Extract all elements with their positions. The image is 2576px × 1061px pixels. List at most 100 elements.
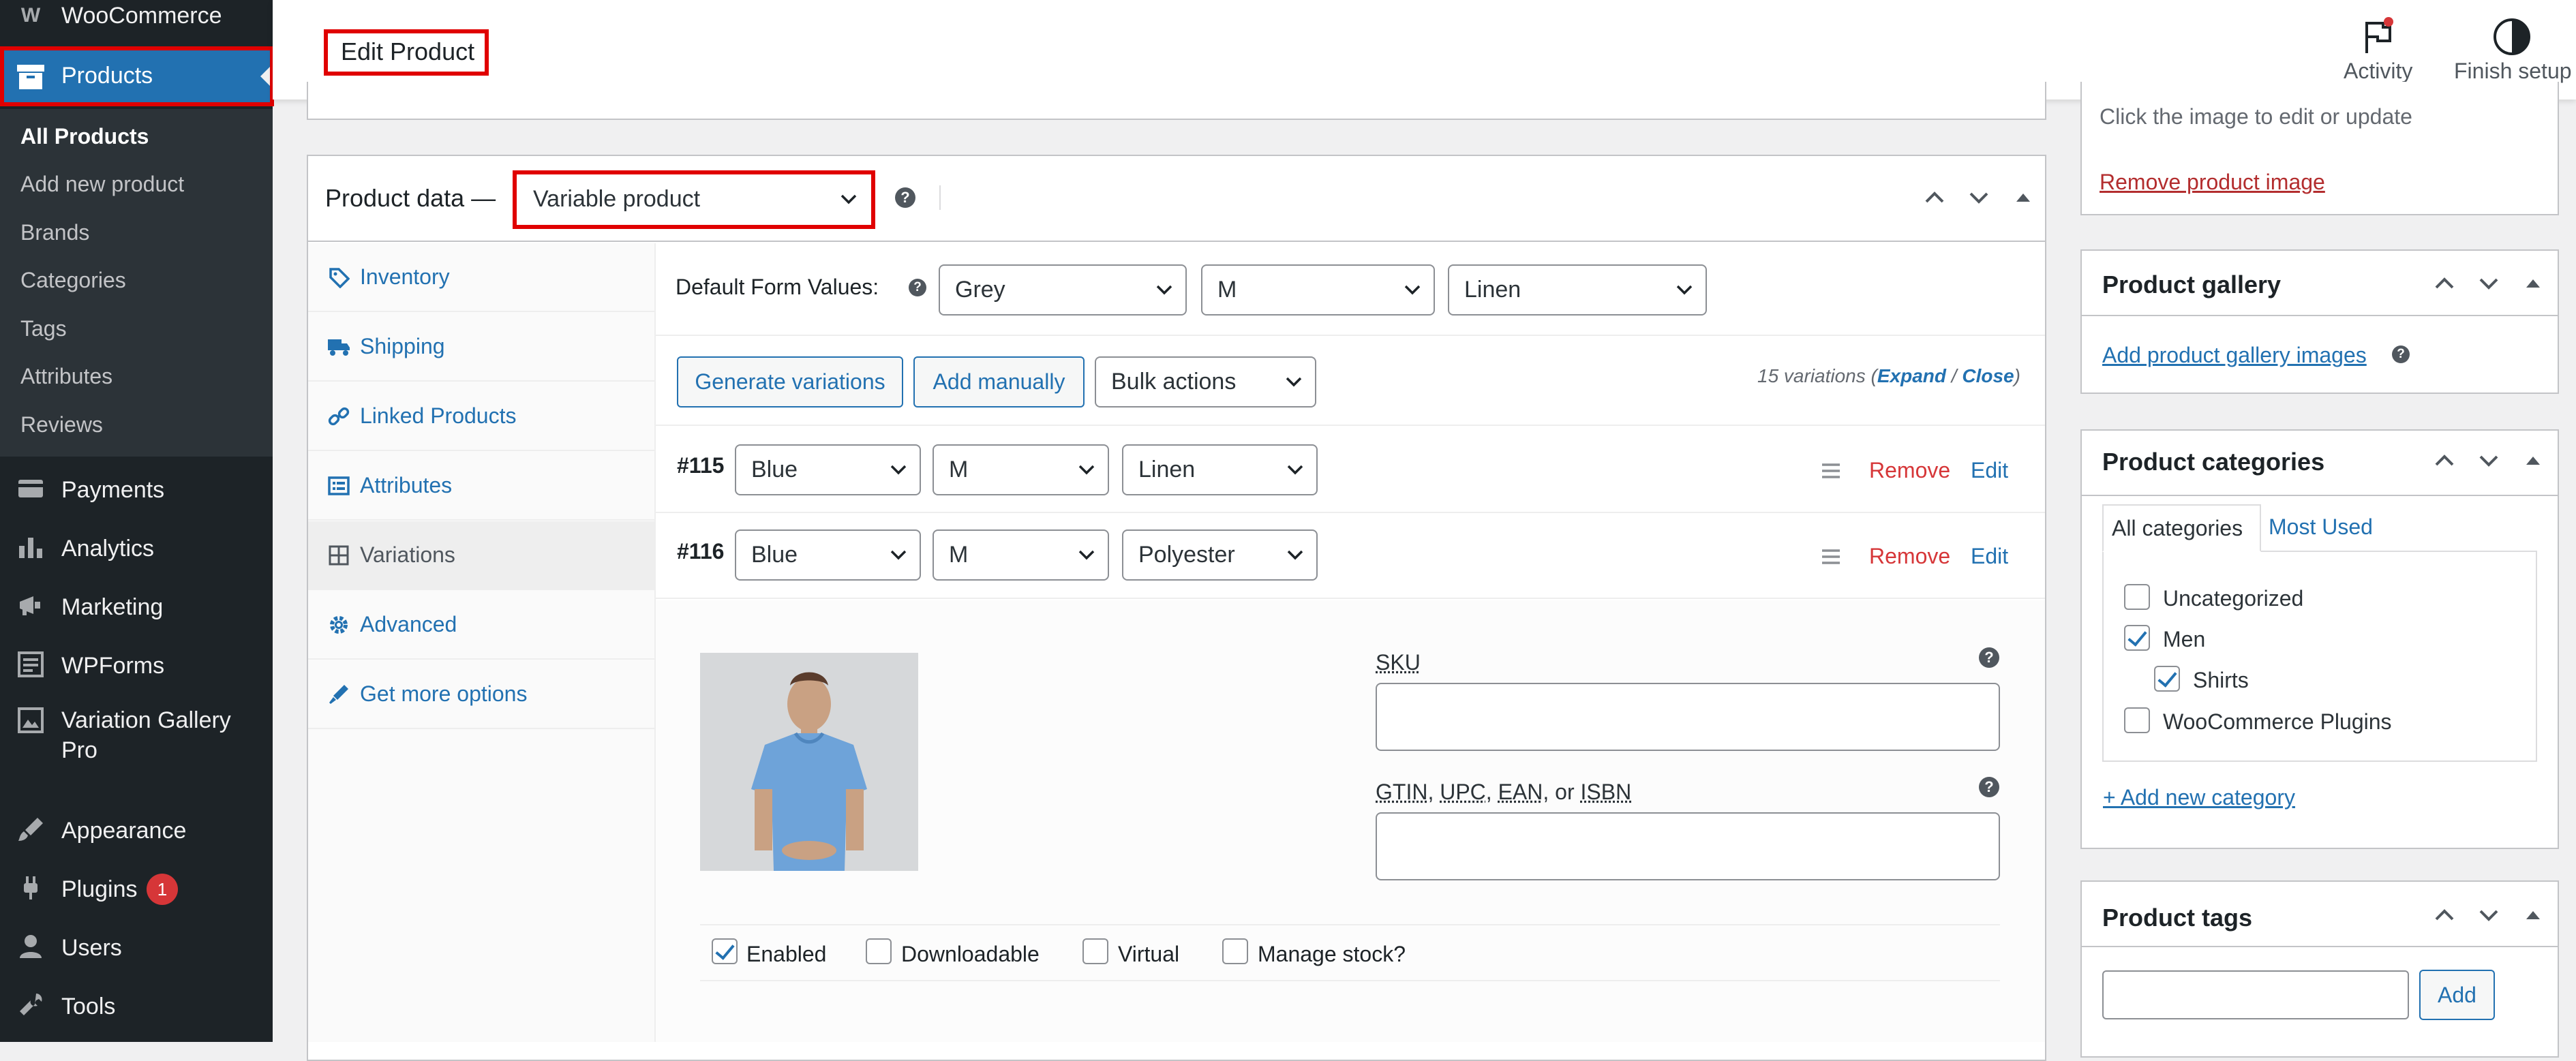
- gtin-input[interactable]: [1376, 812, 2000, 880]
- gear-icon: [326, 612, 352, 638]
- menu-appearance[interactable]: Appearance: [0, 811, 273, 849]
- category-woocommerce-plugins-label: WooCommerce Plugins: [2163, 709, 2392, 734]
- chevron-down-icon: [1676, 285, 1693, 295]
- plugins-update-badge: 1: [147, 874, 178, 905]
- enabled-checkbox[interactable]: [712, 938, 738, 964]
- wpforms-icon: [12, 646, 49, 683]
- submenu-categories[interactable]: Categories: [20, 268, 126, 293]
- category-uncategorized-checkbox[interactable]: [2124, 584, 2150, 610]
- variation-color-select[interactable]: Blue: [735, 444, 921, 495]
- remove-variation-link[interactable]: Remove: [1869, 458, 1950, 483]
- collapse-toggle-icon[interactable]: [2521, 271, 2545, 296]
- expand-link[interactable]: Expand: [1877, 365, 1946, 386]
- default-color-select[interactable]: Grey: [939, 264, 1187, 316]
- variation-material-select[interactable]: Polyester: [1122, 529, 1318, 581]
- tag-input[interactable]: [2102, 970, 2409, 1019]
- gallery-help-icon[interactable]: ?: [2392, 345, 2410, 363]
- gtin-help-icon[interactable]: ?: [1979, 777, 1999, 797]
- category-shirts-label: Shirts: [2193, 668, 2249, 692]
- default-form-help-icon[interactable]: ?: [909, 279, 926, 296]
- add-tag-button[interactable]: Add: [2419, 970, 2495, 1020]
- gtin-sep-2: ,: [1485, 780, 1498, 804]
- collapse-toggle-icon[interactable]: [2521, 903, 2545, 927]
- submenu-reviews[interactable]: Reviews: [20, 412, 103, 437]
- menu-payments[interactable]: Payments: [0, 470, 273, 508]
- chevron-down-icon: [890, 465, 907, 475]
- category-men-checkbox[interactable]: [2124, 625, 2150, 651]
- gtin-abbr: GTIN: [1376, 780, 1428, 804]
- category-shirts-checkbox[interactable]: [2154, 666, 2180, 692]
- add-manually-button[interactable]: Add manually: [913, 356, 1085, 408]
- sku-input[interactable]: [1376, 683, 2000, 751]
- categories-tab-all[interactable]: All categories: [2102, 504, 2261, 552]
- menu-variation-gallery-pro[interactable]: Variation Gallery Pro: [0, 702, 273, 770]
- tab-advanced[interactable]: Advanced: [308, 591, 654, 660]
- submenu-tags[interactable]: Tags: [20, 316, 67, 341]
- tab-get-more-options[interactable]: Get more options: [308, 660, 654, 729]
- submenu-add-new-product[interactable]: Add new product: [20, 172, 184, 197]
- add-gallery-images-link[interactable]: Add product gallery images: [2102, 343, 2367, 368]
- tab-inventory[interactable]: Inventory: [308, 243, 654, 312]
- variation-material-select[interactable]: Linen: [1122, 444, 1318, 495]
- downloadable-checkbox[interactable]: [866, 938, 892, 964]
- move-up-icon[interactable]: [2432, 903, 2457, 927]
- menu-marketing[interactable]: Marketing: [0, 587, 273, 626]
- tab-linked-products[interactable]: Linked Products: [308, 382, 654, 451]
- move-up-icon[interactable]: [1922, 185, 1947, 210]
- menu-woocommerce[interactable]: W WooCommerce: [0, 0, 273, 34]
- upc-abbr: UPC: [1440, 780, 1486, 804]
- variation-size-select[interactable]: M: [933, 444, 1109, 495]
- collapse-toggle-icon[interactable]: [2521, 448, 2545, 473]
- remove-variation-link[interactable]: Remove: [1869, 544, 1950, 569]
- default-size-select[interactable]: M: [1201, 264, 1435, 316]
- chevron-down-icon: [890, 550, 907, 560]
- tab-shipping[interactable]: Shipping: [308, 313, 654, 382]
- drag-handle-icon[interactable]: [1820, 461, 1842, 481]
- finish-setup-button[interactable]: Finish setup: [2451, 12, 2576, 87]
- submenu-brands[interactable]: Brands: [20, 220, 89, 245]
- tab-attributes[interactable]: Attributes: [308, 452, 654, 521]
- menu-analytics[interactable]: Analytics: [0, 529, 273, 567]
- manage-stock-checkbox[interactable]: [1222, 938, 1248, 964]
- move-down-icon[interactable]: [2476, 448, 2501, 473]
- default-form-label: Default Form Values:: [676, 275, 879, 299]
- move-down-icon[interactable]: [2476, 903, 2501, 927]
- menu-plugins[interactable]: Plugins 1: [0, 870, 273, 908]
- virtual-checkbox[interactable]: [1082, 938, 1108, 964]
- collapse-toggle-icon[interactable]: [2011, 185, 2035, 210]
- default-material-select[interactable]: Linen: [1448, 264, 1707, 316]
- generate-variations-button[interactable]: Generate variations: [677, 356, 903, 408]
- close-link[interactable]: Close: [1962, 365, 2014, 386]
- menu-wpforms[interactable]: WPForms: [0, 646, 273, 684]
- products-highlight-box: [0, 46, 274, 106]
- chevron-down-icon: [1287, 550, 1303, 560]
- variation-image-thumbnail[interactable]: [700, 653, 918, 871]
- remove-product-image-link[interactable]: Remove product image: [2100, 170, 2325, 195]
- product-type-help-icon[interactable]: ?: [895, 187, 915, 208]
- sku-label: SKU: [1376, 650, 1421, 675]
- category-woocommerce-plugins-checkbox[interactable]: [2124, 707, 2150, 733]
- sku-help-icon[interactable]: ?: [1979, 647, 1999, 668]
- bulk-actions-select[interactable]: Bulk actions: [1095, 356, 1316, 408]
- edit-variation-link[interactable]: Edit: [1971, 458, 2008, 483]
- submenu-attributes[interactable]: Attributes: [20, 364, 112, 389]
- activity-button[interactable]: Activity: [2331, 12, 2427, 87]
- move-up-icon[interactable]: [2432, 448, 2457, 473]
- move-down-icon[interactable]: [1967, 185, 1991, 210]
- move-down-icon[interactable]: [2476, 271, 2501, 296]
- categories-tab-most-used[interactable]: Most Used: [2269, 514, 2373, 540]
- wrench-icon: [12, 987, 49, 1024]
- move-up-icon[interactable]: [2432, 271, 2457, 296]
- menu-tools[interactable]: Tools: [0, 987, 273, 1025]
- tab-variations[interactable]: Variations: [308, 521, 654, 590]
- add-new-category-link[interactable]: + Add new category: [2103, 785, 2295, 810]
- gtin-label: GTIN, UPC, EAN, or ISBN: [1376, 780, 1631, 805]
- submenu-all-products[interactable]: All Products: [20, 124, 149, 149]
- user-icon: [12, 928, 49, 965]
- edit-variation-link[interactable]: Edit: [1971, 544, 2008, 569]
- drag-handle-icon[interactable]: [1820, 547, 1842, 567]
- variation-color-select[interactable]: Blue: [735, 529, 921, 581]
- variation-id: #116: [677, 539, 725, 564]
- menu-users[interactable]: Users: [0, 928, 273, 966]
- variation-size-select[interactable]: M: [933, 529, 1109, 581]
